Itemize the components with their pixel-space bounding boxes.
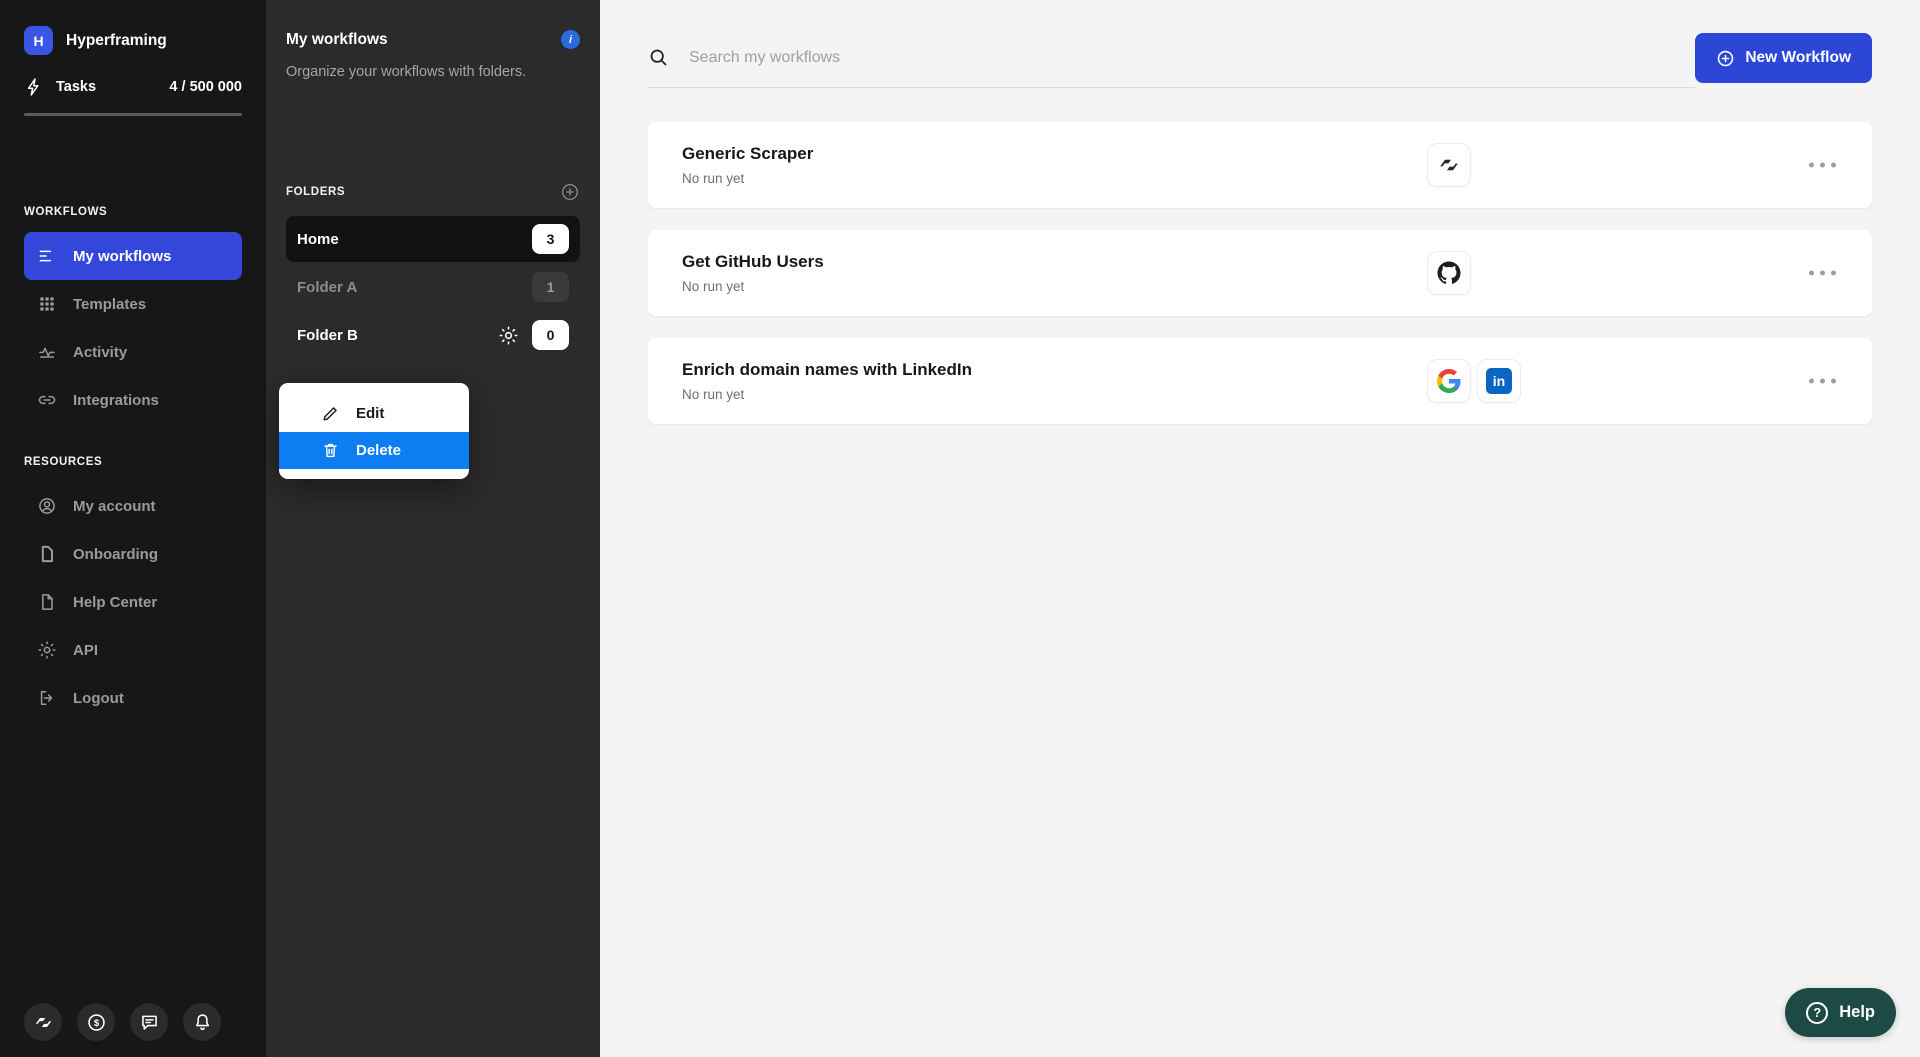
link-icon bbox=[37, 390, 57, 410]
grid-icon bbox=[37, 294, 57, 314]
new-workflow-button[interactable]: New Workflow bbox=[1695, 33, 1872, 83]
tasks-label: Tasks bbox=[56, 79, 97, 95]
activity-icon bbox=[37, 342, 57, 362]
sidebar-item-onboarding[interactable]: Onboarding bbox=[24, 530, 242, 578]
brand-logo: H bbox=[24, 26, 53, 55]
brand-name: Hyperframing bbox=[66, 31, 167, 49]
folder-row-folder-a[interactable]: Folder A 1 bbox=[286, 264, 580, 310]
chat-icon[interactable] bbox=[130, 1003, 168, 1041]
workflow-title: Get GitHub Users bbox=[682, 252, 824, 271]
logout-icon bbox=[37, 688, 57, 708]
trash-icon bbox=[324, 443, 337, 458]
sidebar-item-my-workflows[interactable]: My workflows bbox=[24, 232, 242, 280]
sidebar-item-label: My account bbox=[73, 497, 156, 515]
help-button[interactable]: ? Help bbox=[1785, 988, 1896, 1037]
bell-icon[interactable] bbox=[183, 1003, 221, 1041]
search-icon bbox=[650, 49, 667, 66]
folder-count-badge: 1 bbox=[532, 272, 569, 303]
section-label-folders: FOLDERS bbox=[286, 186, 346, 199]
sidebar-item-label: Activity bbox=[73, 343, 128, 361]
brand-header: H Hyperframing bbox=[24, 26, 242, 55]
workflow-more-menu-icon[interactable] bbox=[1803, 373, 1842, 390]
section-label-workflows: WORKFLOWS bbox=[24, 206, 108, 218]
workflow-title: Generic Scraper bbox=[682, 144, 814, 163]
sidebar-item-integrations[interactable]: Integrations bbox=[24, 376, 242, 424]
sidebar-item-activity[interactable]: Activity bbox=[24, 328, 242, 376]
svg-text:$: $ bbox=[93, 1018, 99, 1029]
sidebar-item-label: Help Center bbox=[73, 593, 158, 611]
app-sidebar: H Hyperframing Tasks 4 / 500 000 WORKFLO… bbox=[0, 0, 266, 1057]
github-integration-icon bbox=[1427, 251, 1471, 295]
folder-name: Folder A bbox=[297, 278, 358, 296]
workflow-row-generic-scraper[interactable]: Generic Scraper No run yet bbox=[648, 122, 1872, 208]
sidebar-item-label: Integrations bbox=[73, 391, 159, 409]
sidebar-item-label: Templates bbox=[73, 295, 147, 313]
workflow-title: Enrich domain names with LinkedIn bbox=[682, 360, 972, 379]
sidebar-item-help-center[interactable]: Help Center bbox=[24, 578, 242, 626]
main-content: New Workflow Generic Scraper No run yet … bbox=[600, 0, 1920, 1057]
info-icon[interactable]: i bbox=[561, 30, 580, 49]
sidebar-item-api[interactable]: API bbox=[24, 626, 242, 674]
new-workflow-label: New Workflow bbox=[1745, 49, 1851, 66]
help-label: Help bbox=[1839, 1003, 1875, 1021]
hyperframing-integration-icon bbox=[1427, 143, 1471, 187]
linkedin-integration-icon: in bbox=[1477, 359, 1521, 403]
tasks-progress-bar bbox=[24, 113, 242, 116]
sidebar-item-label: My workflows bbox=[73, 247, 172, 265]
folder-settings-gear-icon[interactable] bbox=[498, 325, 519, 346]
folders-panel: My workflows i Organize your workflows w… bbox=[266, 0, 600, 1057]
sidebar-item-label: API bbox=[73, 641, 99, 659]
workflow-status: No run yet bbox=[682, 171, 745, 186]
folder-context-menu: Edit Delete bbox=[279, 383, 469, 479]
context-menu-edit[interactable]: Edit bbox=[279, 395, 469, 432]
tasks-value: 4 / 500 000 bbox=[169, 79, 242, 95]
question-icon: ? bbox=[1806, 1001, 1829, 1024]
user-icon bbox=[37, 496, 57, 516]
workflow-more-menu-icon[interactable] bbox=[1803, 265, 1842, 282]
folder-count-badge: 3 bbox=[532, 224, 569, 255]
add-folder-icon[interactable] bbox=[560, 182, 580, 202]
section-label-resources: RESOURCES bbox=[24, 456, 103, 468]
panel-title: My workflows bbox=[286, 30, 388, 48]
gear-icon bbox=[37, 640, 57, 660]
sidebar-item-templates[interactable]: Templates bbox=[24, 280, 242, 328]
context-menu-label: Edit bbox=[356, 405, 385, 422]
google-integration-icon bbox=[1427, 359, 1471, 403]
context-menu-label: Delete bbox=[356, 442, 402, 459]
brand-initial: H bbox=[33, 32, 44, 49]
panel-description: Organize your workflows with folders. bbox=[286, 64, 527, 80]
document-icon bbox=[37, 544, 57, 564]
context-menu-delete[interactable]: Delete bbox=[279, 432, 469, 469]
folder-count-badge: 0 bbox=[532, 320, 569, 351]
folder-name: Home bbox=[297, 230, 339, 248]
tasks-counter: Tasks 4 / 500 000 bbox=[24, 77, 242, 97]
plus-circle-icon bbox=[1718, 50, 1734, 66]
folder-row-home[interactable]: Home 3 bbox=[286, 216, 580, 263]
bolt-icon bbox=[27, 78, 39, 96]
folder-name: Folder B bbox=[297, 326, 358, 344]
workflow-status: No run yet bbox=[682, 279, 745, 294]
search-bar bbox=[648, 28, 1696, 88]
workflow-status: No run yet bbox=[682, 387, 745, 402]
workflow-more-menu-icon[interactable] bbox=[1803, 157, 1842, 174]
brand-glyph-icon[interactable] bbox=[24, 1003, 62, 1041]
workflow-row-get-github-users[interactable]: Get GitHub Users No run yet bbox=[648, 230, 1872, 316]
sidebar-item-logout[interactable]: Logout bbox=[24, 674, 242, 722]
workflow-row-enrich-domains[interactable]: Enrich domain names with LinkedIn No run… bbox=[648, 338, 1872, 424]
sidebar-footer: $ bbox=[24, 1003, 221, 1041]
sidebar-item-label: Onboarding bbox=[73, 545, 158, 563]
currency-icon[interactable]: $ bbox=[77, 1003, 115, 1041]
folder-row-folder-b[interactable]: Folder B 0 bbox=[286, 312, 580, 358]
sidebar-item-my-account[interactable]: My account bbox=[24, 482, 242, 530]
search-input[interactable] bbox=[689, 48, 1696, 67]
file-icon bbox=[37, 592, 57, 612]
sidebar-item-label: Logout bbox=[73, 689, 124, 707]
pencil-icon bbox=[323, 407, 337, 421]
list-icon bbox=[37, 246, 57, 266]
